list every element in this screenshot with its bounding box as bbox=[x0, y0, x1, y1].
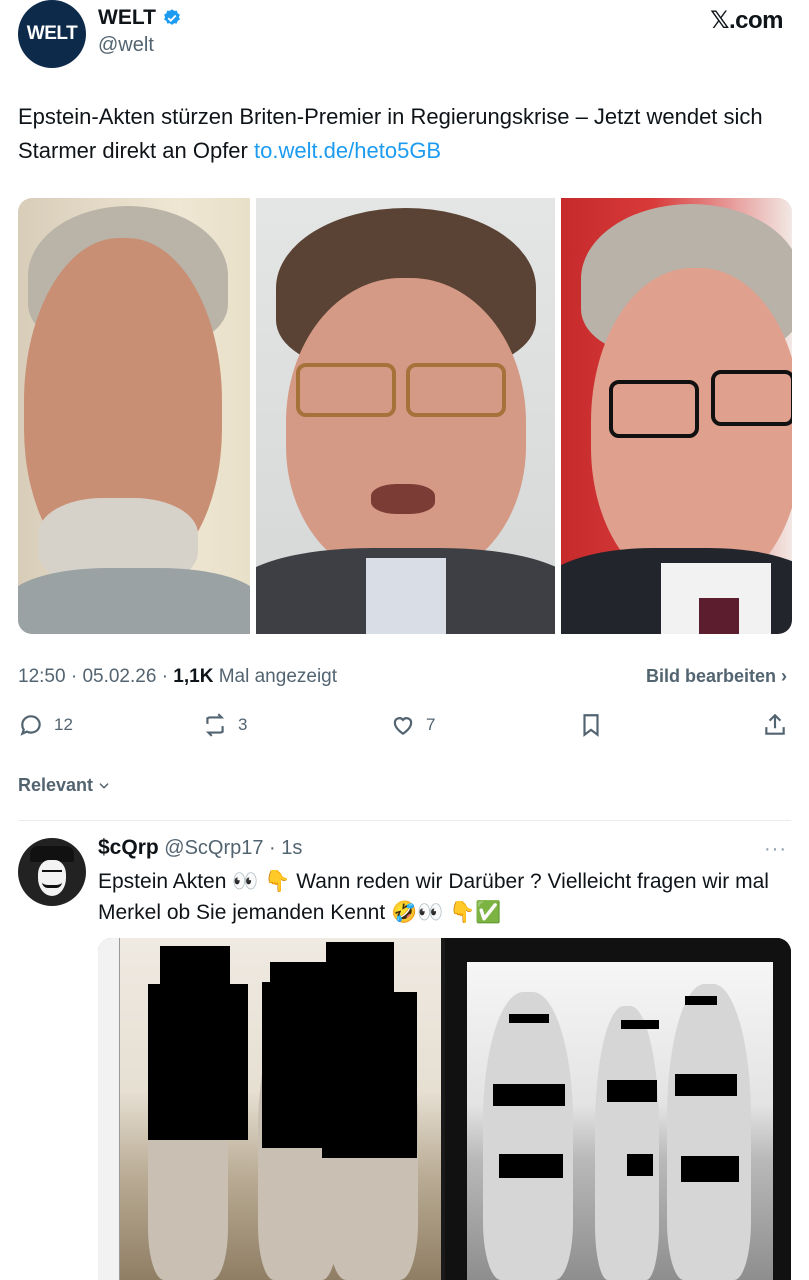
portrait-image-2[interactable] bbox=[256, 198, 555, 634]
views-count: 1,1K bbox=[173, 666, 214, 687]
censor-bar bbox=[627, 1154, 653, 1176]
chevron-right-icon: › bbox=[781, 666, 787, 686]
bookmark-button[interactable] bbox=[578, 712, 604, 738]
face-shape bbox=[286, 278, 526, 578]
meta-separator: · bbox=[70, 666, 83, 687]
portrait-image-3[interactable] bbox=[561, 198, 792, 634]
reply-button[interactable]: 12 bbox=[18, 712, 73, 738]
document-strip bbox=[98, 938, 120, 1280]
divider bbox=[18, 820, 791, 821]
reply-image-1[interactable] bbox=[98, 938, 441, 1280]
figure-shape bbox=[667, 984, 751, 1280]
reply-author-name[interactable]: $cQrp bbox=[98, 836, 159, 859]
bookmark-icon bbox=[583, 714, 599, 737]
shirt-collar-shape bbox=[366, 558, 446, 634]
censor-bar bbox=[621, 1020, 659, 1029]
censor-bar bbox=[493, 1084, 565, 1106]
chevron-down-icon bbox=[99, 782, 109, 789]
reply-image-2[interactable] bbox=[445, 938, 791, 1280]
views-label: Mal angezeigt bbox=[218, 666, 338, 687]
censor-bar bbox=[322, 992, 417, 1158]
tweet-text: Epstein-Akten stürzen Briten-Premier in … bbox=[18, 100, 796, 168]
share-button[interactable] bbox=[762, 712, 788, 738]
figure-shape bbox=[595, 1006, 659, 1280]
censor-bar bbox=[509, 1014, 549, 1023]
reply-author-handle[interactable]: @ScQrp17 bbox=[164, 837, 263, 859]
tweet-link[interactable]: to.welt.de/heto5GB bbox=[254, 138, 441, 163]
reply-time[interactable]: 1s bbox=[281, 837, 302, 859]
censor-bar bbox=[160, 946, 230, 984]
author-avatar[interactable]: WELT bbox=[18, 0, 86, 68]
reply-count: 12 bbox=[54, 715, 73, 734]
censor-bar bbox=[499, 1154, 563, 1178]
avatar-logo-text: WELT bbox=[26, 23, 78, 44]
mask-mustache-shape bbox=[42, 882, 62, 888]
repost-icon bbox=[205, 713, 225, 737]
edit-image-label: Bild bearbeiten bbox=[645, 666, 776, 686]
censor-bar bbox=[685, 996, 717, 1005]
tweet-date[interactable]: 05.02.26 bbox=[82, 666, 156, 687]
more-options-icon[interactable]: ··· bbox=[764, 838, 787, 861]
reply-text: Epstein Akten 👀 👇 Wann reden wir Darüber… bbox=[98, 870, 769, 924]
portrait-image-1[interactable] bbox=[18, 198, 250, 634]
censor-bar bbox=[148, 984, 248, 1140]
glasses-left bbox=[296, 363, 396, 417]
photo-frame bbox=[467, 962, 773, 1280]
sort-label: Relevant bbox=[18, 775, 94, 795]
censor-bar bbox=[607, 1080, 657, 1102]
meta-separator: · bbox=[263, 837, 282, 859]
tweet-meta: 12:50 · 05.02.26 · 1,1K Mal angezeigt Bi… bbox=[18, 666, 791, 688]
censor-bar bbox=[675, 1074, 737, 1096]
sort-dropdown[interactable]: Relevant bbox=[18, 775, 111, 796]
author-name[interactable]: WELT bbox=[98, 6, 156, 30]
tweet-time[interactable]: 12:50 bbox=[18, 666, 66, 687]
like-button[interactable]: 7 bbox=[390, 712, 435, 738]
share-icon bbox=[765, 713, 785, 735]
like-icon bbox=[393, 717, 413, 735]
author-name-row[interactable]: WELT bbox=[98, 6, 182, 30]
mouth-shape bbox=[371, 484, 435, 514]
reply-media[interactable] bbox=[98, 938, 791, 1280]
like-count: 7 bbox=[426, 715, 436, 734]
tweet-header: WELT WELT @welt 𝕏.com bbox=[18, 0, 791, 70]
figure-shape bbox=[483, 992, 573, 1280]
repost-button[interactable]: 3 bbox=[202, 712, 247, 738]
reply-icon bbox=[20, 715, 41, 736]
tweet-media[interactable] bbox=[18, 198, 792, 634]
mask-eyes-shape bbox=[42, 870, 62, 874]
action-bar: 12 3 7 bbox=[18, 712, 791, 744]
glasses-right bbox=[406, 363, 506, 417]
verified-icon bbox=[164, 9, 180, 25]
shirt-shape bbox=[18, 568, 250, 634]
edit-image-button[interactable]: Bild bearbeiten › bbox=[646, 666, 787, 687]
glasses-right bbox=[711, 370, 792, 426]
author-info[interactable]: WELT @welt bbox=[98, 6, 182, 57]
mask-icon bbox=[38, 860, 66, 896]
meta-separator: · bbox=[161, 666, 174, 687]
reply-avatar[interactable] bbox=[18, 838, 86, 906]
censor-bar bbox=[681, 1156, 739, 1182]
reply-header: $cQrp @ScQrp17 · 1s bbox=[98, 836, 302, 860]
x-logo: 𝕏.com bbox=[710, 7, 783, 34]
tie-shape bbox=[699, 598, 739, 634]
glasses-left bbox=[609, 380, 699, 438]
repost-count: 3 bbox=[238, 715, 248, 734]
author-handle[interactable]: @welt bbox=[98, 34, 182, 57]
